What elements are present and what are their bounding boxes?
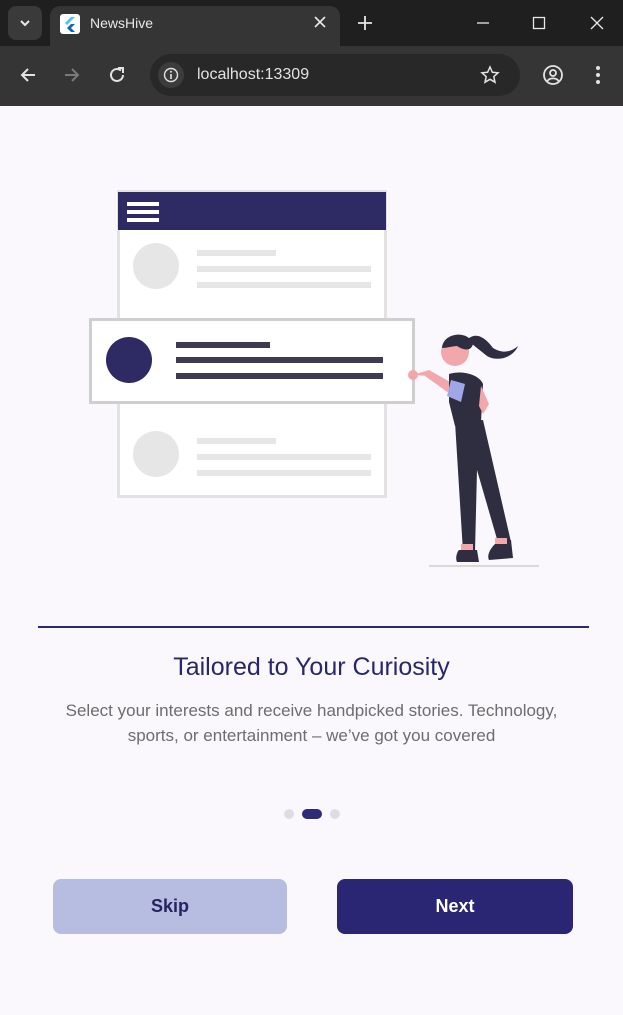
address-bar[interactable]: localhost:13309	[150, 54, 520, 96]
close-icon	[590, 16, 604, 30]
browser-toolbar: localhost:13309	[0, 46, 623, 106]
account-icon	[543, 65, 563, 85]
more-vertical-icon	[596, 66, 600, 84]
plus-icon	[358, 16, 372, 30]
forward-button[interactable]	[59, 62, 85, 88]
browser-tab-bar: NewsHive	[0, 0, 623, 46]
skip-button[interactable]: Skip	[53, 879, 287, 934]
chevron-down-icon	[20, 20, 30, 27]
page-dot-active[interactable]	[301, 809, 322, 819]
minimize-button[interactable]	[468, 8, 498, 38]
browser-tab[interactable]: NewsHive	[50, 6, 340, 46]
page-indicator	[0, 808, 623, 820]
arrow-left-icon	[20, 68, 35, 82]
onboarding-title: Tailored to Your Curiosity	[173, 653, 450, 681]
site-info-icon[interactable]	[158, 62, 184, 88]
browser-menu-button[interactable]	[585, 62, 611, 88]
news-feed-illustration	[89, 190, 539, 567]
window-close-button[interactable]	[582, 8, 612, 38]
url-text[interactable]: localhost:13309	[197, 66, 309, 84]
onboarding-description: Select your interests and receive handpi…	[65, 701, 558, 745]
page-dot[interactable]	[283, 809, 294, 819]
page-dot[interactable]	[329, 809, 340, 819]
minimize-icon	[477, 22, 489, 24]
reload-icon	[110, 67, 124, 82]
tab-title: NewsHive	[90, 15, 154, 31]
next-button[interactable]: Next	[337, 879, 573, 934]
reload-button[interactable]	[104, 62, 130, 88]
section-divider	[38, 626, 589, 628]
maximize-icon	[532, 16, 546, 30]
profile-button[interactable]	[540, 62, 566, 88]
flutter-favicon-icon	[60, 14, 80, 34]
back-button[interactable]	[15, 62, 41, 88]
maximize-button[interactable]	[524, 8, 554, 38]
onboarding-page: Tailored to Your Curiosity Select your i…	[0, 106, 623, 1015]
new-tab-button[interactable]	[352, 10, 378, 36]
tab-close-icon[interactable]	[310, 12, 330, 32]
bookmark-star-icon[interactable]	[478, 63, 502, 87]
tab-search-button[interactable]	[8, 6, 42, 40]
arrow-right-icon	[65, 68, 80, 82]
